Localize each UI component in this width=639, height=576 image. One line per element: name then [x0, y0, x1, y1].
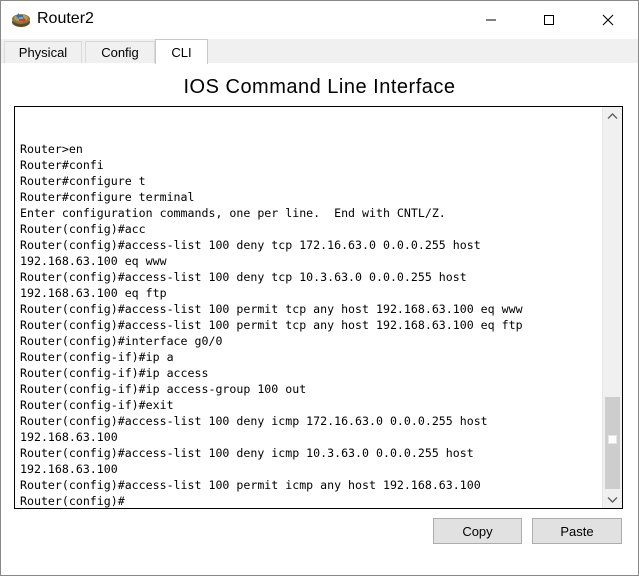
- terminal-line: Router(config-if)#ip access-group 100 ou…: [20, 382, 307, 396]
- terminal-line: Router(config)#access-list 100 permit tc…: [20, 302, 523, 316]
- terminal-line: 192.168.63.100: [20, 430, 118, 444]
- cli-terminal[interactable]: Router>en Router#confi Router#configure t R…: [14, 106, 623, 509]
- terminal-line: Router(config)#interface g0/0: [20, 334, 223, 348]
- terminal-line: Router(config)#: [20, 494, 125, 508]
- terminal-line: 192.168.63.100: [20, 462, 118, 476]
- terminal-line: Router(config)#access-list 100 deny icmp…: [20, 446, 474, 460]
- cli-panel: IOS Command Line Interface Router>en Rout…: [1, 63, 638, 575]
- window-title: Router2: [37, 10, 94, 27]
- close-icon: [602, 14, 614, 26]
- tab-cli[interactable]: CLI: [155, 39, 208, 64]
- terminal-line: Router#confi: [20, 158, 104, 172]
- terminal-line: Router(config)#access-list 100 permit tc…: [20, 318, 523, 332]
- chevron-down-icon: [607, 496, 618, 503]
- scroll-thumb[interactable]: [605, 397, 620, 489]
- tab-physical[interactable]: Physical: [4, 41, 82, 63]
- scroll-down-button[interactable]: [603, 491, 622, 508]
- terminal-line: Router(config)#access-list 100 permit ic…: [20, 478, 481, 492]
- terminal-output[interactable]: Router>en Router#confi Router#configure t R…: [20, 141, 600, 508]
- terminal-line: Router(config)#access-list 100 deny tcp …: [20, 270, 467, 284]
- minimize-button[interactable]: [468, 1, 514, 39]
- minimize-icon: [486, 19, 496, 21]
- terminal-line: Router(config-if)#ip a: [20, 350, 174, 364]
- chevron-up-icon: [607, 112, 618, 119]
- copy-button[interactable]: Copy: [433, 518, 522, 544]
- tab-strip: Physical Config CLI: [1, 39, 638, 64]
- terminal-line: Router#configure terminal: [20, 190, 195, 204]
- scroll-up-button[interactable]: [603, 107, 622, 124]
- terminal-line: Router>en: [20, 142, 83, 156]
- scroll-thumb-grip: [608, 435, 617, 444]
- terminal-line: Enter configuration commands, one per li…: [20, 206, 446, 220]
- paste-button[interactable]: Paste: [532, 518, 622, 544]
- close-button[interactable]: [585, 1, 631, 39]
- terminal-line: 192.168.63.100 eq ftp: [20, 286, 167, 300]
- title-bar[interactable]: Router2: [1, 1, 638, 39]
- terminal-line: Router(config)#access-list 100 deny icmp…: [20, 414, 488, 428]
- maximize-icon: [544, 15, 554, 25]
- maximize-button[interactable]: [526, 1, 572, 39]
- router2-window: Router2 Physical Config CLI IOS Command …: [0, 0, 639, 576]
- vertical-scrollbar[interactable]: [602, 107, 622, 508]
- terminal-line: 192.168.63.100 eq www: [20, 254, 167, 268]
- terminal-line: Router(config)#acc: [20, 222, 146, 236]
- terminal-line: Router(config-if)#ip access: [20, 366, 209, 380]
- terminal-line: Router(config-if)#exit: [20, 398, 174, 412]
- tab-config[interactable]: Config: [85, 41, 155, 63]
- terminal-line: Router#configure t: [20, 174, 146, 188]
- router-icon: [10, 9, 32, 29]
- cli-heading: IOS Command Line Interface: [183, 76, 456, 98]
- terminal-line: Router(config)#access-list 100 deny tcp …: [20, 238, 481, 252]
